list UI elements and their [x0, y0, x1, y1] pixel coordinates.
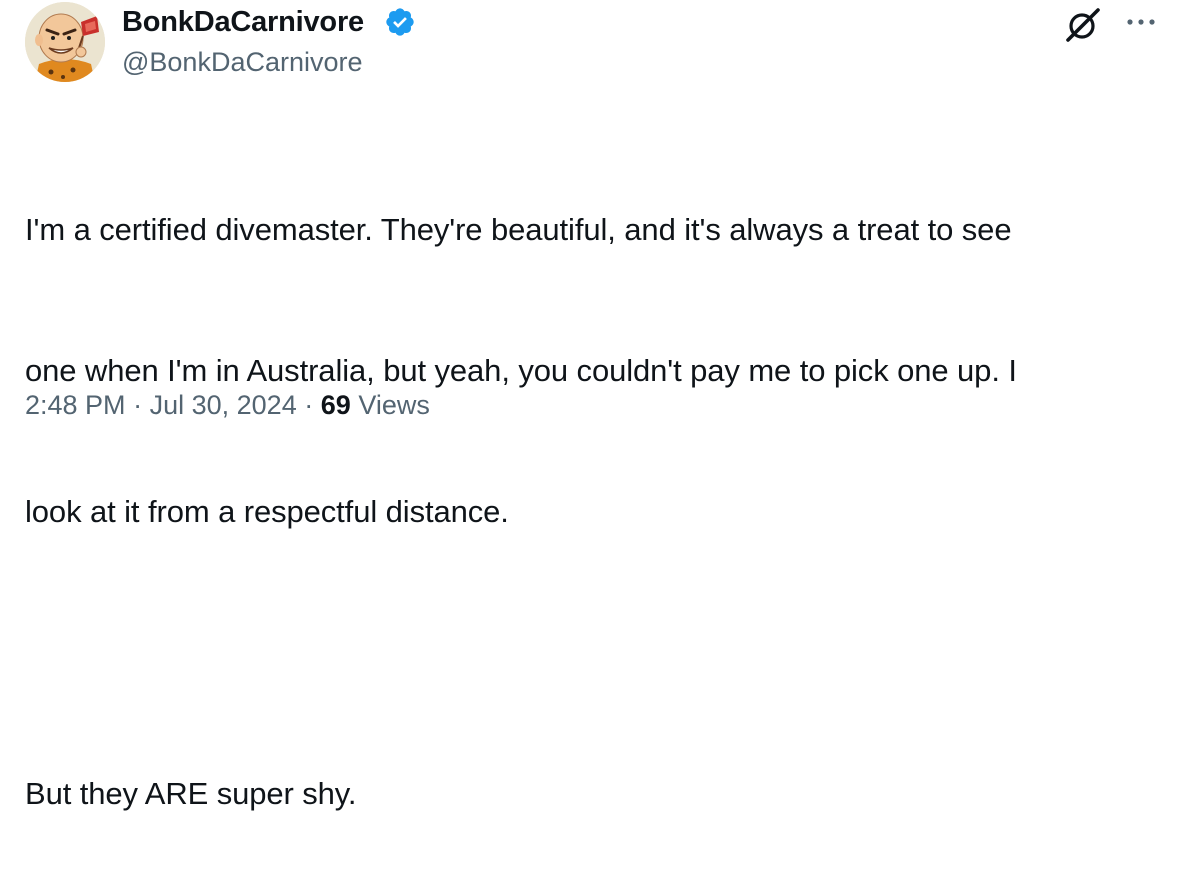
- tweet-time[interactable]: 2:48 PM: [25, 390, 126, 420]
- tweet-meta: 2:48 PM · Jul 30, 2024 · 69 Views: [25, 388, 430, 422]
- views-count: 69: [320, 390, 351, 420]
- tweet-text-line: look at it from a respectful distance.: [25, 494, 509, 529]
- tweet-text-line: I'm a certified divemaster. They're beau…: [25, 212, 1012, 247]
- meta-separator: ·: [133, 390, 143, 420]
- tweet-text: I'm a certified divemaster. They're beau…: [25, 112, 1165, 876]
- more-icon[interactable]: [1119, 5, 1163, 41]
- views-label: Views: [358, 390, 430, 420]
- verified-badge-icon: [386, 8, 414, 36]
- tweet-text-line: But they ARE super shy.: [25, 776, 357, 811]
- cartoon-avatar-icon: [25, 2, 105, 82]
- tweet: BonkDaCarnivore @BonkDaCarnivore I'm a c…: [0, 0, 1180, 811]
- tweet-text-line: [25, 629, 1165, 676]
- author-display-name[interactable]: BonkDaCarnivore: [122, 4, 364, 40]
- grok-icon[interactable]: [1063, 5, 1103, 45]
- meta-separator: ·: [304, 390, 314, 420]
- tweet-date[interactable]: Jul 30, 2024: [150, 390, 297, 420]
- author-handle[interactable]: @BonkDaCarnivore: [122, 46, 363, 78]
- author-avatar[interactable]: [25, 2, 105, 82]
- tweet-text-line: one when I'm in Australia, but yeah, you…: [25, 353, 1017, 388]
